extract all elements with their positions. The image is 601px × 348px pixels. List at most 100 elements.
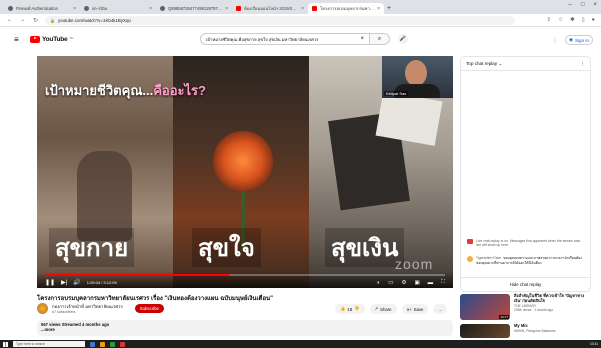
app-icon[interactable] [120, 341, 125, 347]
speaker-name: Kittipat Sas [384, 91, 409, 96]
autoplay-toggle[interactable]: ◐ [377, 280, 380, 286]
profile-icon[interactable]: ● [592, 17, 595, 23]
progress-fill [45, 274, 229, 276]
bookmark-star-icon[interactable]: ☆ [558, 17, 563, 23]
progress-bar[interactable] [45, 274, 445, 276]
close-window-icon[interactable]: × [593, 2, 597, 8]
video-player[interactable]: เป้าหมายชีวิตคุณ...คืออะไร? สุขกาย สุขใจ… [37, 56, 453, 288]
folder-icon[interactable] [100, 341, 105, 347]
taskbar-clock: 10:31 [590, 342, 598, 346]
recommendation-channel: Kitt%N, Penguins Stadiums [514, 328, 556, 333]
search-button[interactable]: ⌕ [370, 33, 390, 45]
browser-toolbar-icons: ⇪ ☆ ✱ ▯ ● [546, 17, 595, 23]
taskbar-search-input[interactable]: Type here to search [13, 341, 85, 347]
header-right: ⋮ ◉ Sign in [552, 35, 593, 45]
next-icon[interactable]: ▶| [61, 279, 67, 286]
browser-tab[interactable]: Q8985872847749812879761 × [156, 3, 232, 14]
save-button[interactable]: ≡+ Save [401, 304, 429, 314]
chat-body: Live chat replay is on. Messages that ap… [461, 71, 590, 277]
hide-chat-button[interactable]: Hide chat replay [461, 277, 590, 291]
browser-tab-strip: Firewall Authentication × xn--l3ba × Q8985… [0, 0, 601, 14]
address-bar: ← → ↻ 🔒 youtube.com/watch?v=1Kb4k1ByXqo … [0, 14, 601, 27]
youtube-logo[interactable]: YouTube TH [30, 35, 73, 43]
forward-icon[interactable]: → [19, 17, 26, 23]
theater-mode-icon[interactable]: ▬ [428, 280, 434, 286]
lock-icon: 🔒 [50, 17, 55, 23]
recommendation-meta: 155K views · 1 month ago [514, 307, 554, 312]
video-thumbnail[interactable] [460, 324, 510, 338]
close-icon[interactable]: × [149, 6, 152, 12]
hamburger-menu-icon[interactable]: ≡ [14, 35, 24, 44]
extensions-icon[interactable]: ✱ [570, 17, 575, 23]
subscribe-button[interactable]: Subscribe [134, 304, 164, 313]
close-icon[interactable]: × [377, 6, 380, 12]
reload-icon[interactable]: ↻ [32, 17, 39, 24]
description-box[interactable]: 567 views Streamed 4 months ago ...more [37, 320, 453, 336]
browser-tab[interactable]: xn--l3ba × [80, 3, 156, 14]
maximize-icon[interactable]: □ [581, 2, 585, 8]
miniplayer-icon[interactable]: ▣ [414, 280, 419, 286]
browser-tab[interactable]: Firewall Authentication × [4, 3, 80, 14]
live-chat-panel: Top chat replay ⌄ ⋮ Live chat replay is … [460, 56, 591, 292]
sidebar-icon[interactable]: ▯ [582, 17, 585, 23]
settings-gear-icon[interactable]: ⚙ [402, 280, 407, 286]
youtube-play-icon [30, 35, 40, 43]
thumb-down-icon[interactable]: 👎 [354, 306, 359, 312]
back-icon[interactable]: ← [6, 17, 13, 23]
globe-icon [8, 6, 13, 11]
share-icon: ↗ [374, 306, 379, 311]
show-more-link[interactable]: ...more [41, 327, 449, 332]
chat-mode-dropdown[interactable]: Top chat replay ⌄ [466, 61, 502, 67]
windows-taskbar: Type here to search 10:31 [0, 340, 601, 348]
file-explorer-icon[interactable] [90, 341, 95, 347]
clear-search-icon[interactable]: × [360, 36, 364, 42]
playlist-add-icon: ≡+ [406, 306, 412, 312]
url-text: youtube.com/watch?v=1Kb4k1ByXqo [57, 17, 131, 23]
more-actions-button[interactable]: ... [433, 304, 447, 314]
close-icon[interactable]: × [225, 6, 228, 12]
channel-name[interactable]: กองการเจ้าหน้าที่ มหาวิทยาลัยนเรศวร [52, 303, 123, 310]
channel-avatar[interactable] [37, 303, 48, 314]
close-icon[interactable]: × [301, 6, 304, 12]
fullscreen-icon[interactable]: ⛶ [441, 279, 445, 286]
pause-icon[interactable]: ❚❚ [45, 279, 55, 286]
action-bar: 👍 18 👎 ↗ Share ≡+ Save ... [335, 304, 447, 314]
volume-icon[interactable]: 🔊 [73, 279, 80, 286]
window-controls: – □ × [569, 2, 597, 8]
like-button[interactable]: 👍 18 👎 [335, 304, 365, 314]
sign-in-button[interactable]: ◉ Sign in [564, 35, 593, 45]
voice-search-icon[interactable]: 🎤 [398, 34, 408, 44]
more-vert-icon[interactable]: ⋮ [552, 37, 558, 44]
chrome-icon[interactable] [110, 341, 115, 347]
thumb-up-icon: 👍 [340, 306, 346, 311]
recommendation-item[interactable]: 20:17 สิ่งสำคัญในชีวิต ที่ควรเข้าใจ 'ปัญ… [460, 293, 591, 320]
account-icon: ◉ [568, 37, 573, 42]
speaker-camera: Kittipat Sas [382, 56, 453, 98]
youtube-icon [236, 6, 241, 11]
minimize-icon[interactable]: – [569, 2, 572, 8]
share-page-icon[interactable]: ⇪ [546, 17, 551, 23]
video-word-mind: สุขใจ [192, 228, 261, 267]
search-input[interactable]: เป้าหมายชีวิตคุณ คือสุขกาย สุขใจ สุขเงิน… [200, 33, 370, 45]
recommendation-title[interactable]: สิ่งสำคัญในชีวิต ที่ควรเข้าใจ 'ปัญหาทางเ… [514, 293, 591, 304]
close-icon[interactable]: × [73, 6, 76, 12]
url-field[interactable]: 🔒 youtube.com/watch?v=1Kb4k1ByXqo [45, 15, 515, 25]
recommendation-item[interactable]: My Mix Kitt%N, Penguins Stadiums [460, 323, 591, 338]
zoom-watermark: zoom [395, 256, 434, 272]
video-thumbnail[interactable]: 20:17 [460, 294, 510, 320]
windows-start-icon[interactable] [3, 341, 8, 347]
captions-icon[interactable]: ▭ [388, 280, 393, 286]
new-tab-button[interactable]: + [384, 3, 394, 14]
browser-tab-active[interactable]: โครงการอบรมบุคลากรมหาวิทยาลัย× [308, 3, 384, 14]
youtube-header: ≡ YouTube TH เป้าหมายชีวิตคุณ คือสุขกาย … [0, 27, 601, 51]
globe-icon [160, 6, 165, 11]
search-box: เป้าหมายชีวิตคุณ คือสุขกาย สุขใจ สุขเงิน… [200, 33, 390, 45]
youtube-icon [312, 6, 317, 11]
video-headline: เป้าหมายชีวิตคุณ...คืออะไร? [45, 83, 206, 98]
chat-more-icon[interactable]: ⋮ [580, 61, 585, 67]
browser-tab[interactable]: ห้องเรียนออนไลน์ฯ 2019/2020 - Yo× [232, 3, 308, 14]
chat-bubble-icon [467, 239, 473, 244]
globe-icon [84, 6, 89, 11]
share-button[interactable]: ↗ Share [369, 304, 397, 314]
video-title: โครงการอบรมบุคลากรมหาวิทยาลัยนเรศวร เรื่… [37, 296, 273, 302]
